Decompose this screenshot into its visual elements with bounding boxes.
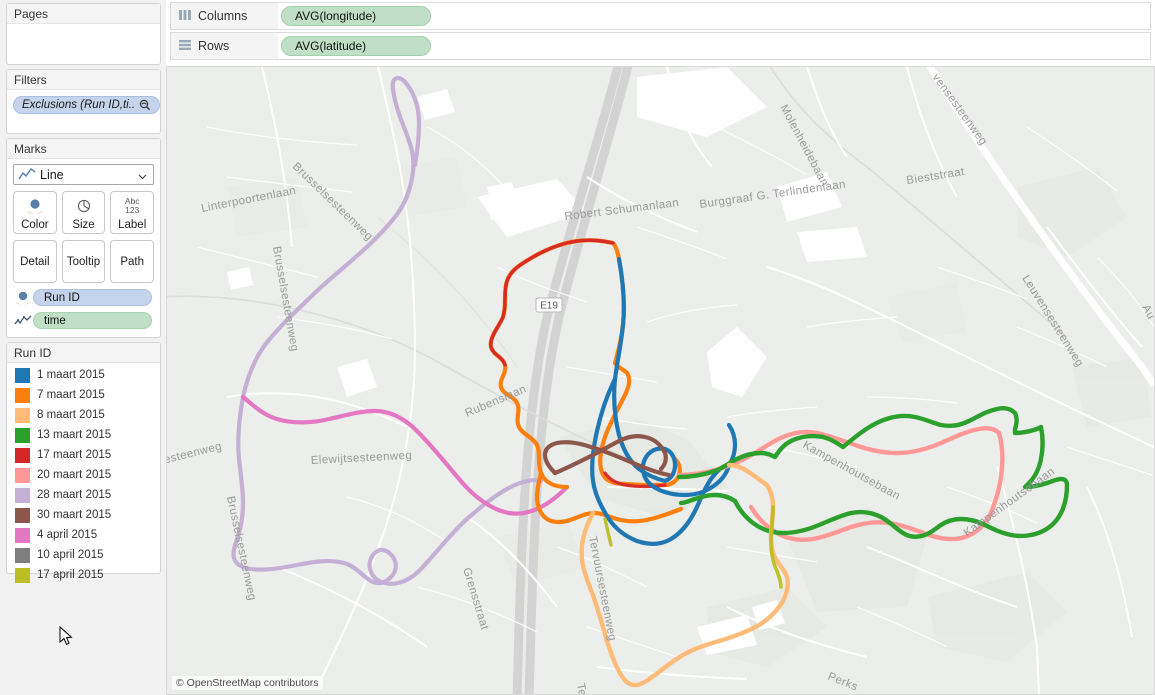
legend-item[interactable]: 28 maart 2015 <box>7 485 160 505</box>
marks-card-title: Marks <box>7 139 160 159</box>
legend-color-swatch <box>15 527 30 543</box>
legend-color-swatch <box>15 487 30 503</box>
legend-color-swatch <box>15 387 30 403</box>
columns-pill-label: AVG(longitude) <box>295 9 377 23</box>
legend-item[interactable]: 1 maart 2015 <box>7 365 160 385</box>
marks-pill-run-id[interactable]: Run ID <box>33 289 152 306</box>
osm-attribution: © OpenStreetMap contributors <box>172 676 323 690</box>
color-legend-card: Run ID 1 maart 2015 7 maart 2015 8 maart 2… <box>6 342 161 583</box>
filter-pill-exclusions[interactable]: Exclusions (Run ID,ti.. <box>13 96 160 114</box>
marks-size-button[interactable]: Size <box>61 191 106 234</box>
tableau-worksheet: Pages Filters Exclusions (Run ID,ti.. Ma… <box>0 0 1155 695</box>
marks-side-panel: Pages Filters Exclusions (Run ID,ti.. Ma… <box>0 0 166 695</box>
marks-color-button[interactable]: Color <box>13 191 57 234</box>
legend-color-swatch <box>15 447 30 463</box>
marks-path-label: Path <box>120 255 145 268</box>
legend-item-label: 10 april 2015 <box>37 549 104 561</box>
marks-label-label: Label <box>118 219 147 231</box>
legend-item[interactable]: 17 april 2015 <box>7 565 160 585</box>
legend-color-swatch <box>15 427 30 443</box>
marks-detail-label: Detail <box>20 255 50 268</box>
marks-tooltip-button[interactable]: Tooltip <box>61 240 106 283</box>
line-chart-icon <box>18 167 36 182</box>
marks-pill-run-id-label: Run ID <box>44 291 80 304</box>
marks-pill-time[interactable]: time <box>33 312 152 329</box>
legend-item-label: 30 maart 2015 <box>37 509 112 521</box>
color-legend-title: Run ID <box>7 343 160 363</box>
legend-color-swatch <box>15 367 30 383</box>
legend-item-label: 28 maart 2015 <box>37 489 112 501</box>
columns-pill-avg-longitude[interactable]: AVG(longitude) <box>281 6 431 26</box>
legend-item[interactable]: 10 april 2015 <box>7 545 160 565</box>
legend-item[interactable]: 17 maart 2015 <box>7 445 160 465</box>
rows-shelf[interactable]: Rows AVG(latitude) <box>170 32 1151 60</box>
legend-color-swatch <box>15 547 30 563</box>
marks-pill-time-label: time <box>44 314 66 327</box>
pages-drop-area[interactable] <box>7 24 160 60</box>
legend-item[interactable]: 4 april 2015 <box>7 525 160 545</box>
legend-item-label: 17 maart 2015 <box>37 449 112 461</box>
marks-button-row-2: Detail Tooltip Path <box>13 240 155 283</box>
marks-color-label: Color <box>21 219 49 231</box>
legend-item-label: 1 maart 2015 <box>37 369 105 381</box>
marks-card-body: Line Color Size Abc 123 Label Detail Too… <box>7 159 160 329</box>
filter-icon <box>139 99 151 111</box>
columns-icon <box>178 9 192 24</box>
filters-card: Filters Exclusions (Run ID,ti.. <box>6 69 161 134</box>
rows-shelf-text: Rows <box>198 39 230 53</box>
legend-color-swatch <box>15 467 30 483</box>
legend-color-swatch <box>15 407 30 423</box>
legend-item-label: 13 maart 2015 <box>37 429 112 441</box>
legend-item[interactable]: 13 maart 2015 <box>7 425 160 445</box>
legend-item[interactable]: 8 maart 2015 <box>7 405 160 425</box>
pages-card-title: Pages <box>7 4 160 24</box>
color-palette-icon <box>14 192 56 219</box>
size-circle-icon <box>63 192 105 219</box>
columns-shelf-text: Columns <box>198 9 248 23</box>
highway-shield-label: E19 <box>540 301 558 312</box>
marks-size-label: Size <box>72 219 95 231</box>
rows-icon <box>178 39 192 54</box>
columns-shelf-label: Columns <box>171 3 278 29</box>
abc-123-icon: Abc 123 <box>124 195 140 215</box>
rows-shelf-drop[interactable]: AVG(latitude) <box>278 33 1150 59</box>
legend-item[interactable]: 20 maart 2015 <box>7 465 160 485</box>
map-canvas[interactable]: E19 LinterpoortenlaanBrusselsesteenwegBr… <box>167 67 1154 694</box>
rows-shelf-label: Rows <box>171 33 278 59</box>
marks-tooltip-label: Tooltip <box>66 255 101 268</box>
chevron-down-icon <box>138 170 147 180</box>
rows-pill-avg-latitude[interactable]: AVG(latitude) <box>281 36 431 56</box>
rows-pill-label: AVG(latitude) <box>295 39 367 53</box>
map-view[interactable]: E19 Linterpoortenlaan Brusselsesteenweg Br… <box>166 66 1155 695</box>
legend-item-label: 20 maart 2015 <box>37 469 112 481</box>
filters-card-title: Filters <box>7 70 160 90</box>
color-legend-items: 1 maart 2015 7 maart 2015 8 maart 2015 13 m… <box>7 363 160 585</box>
columns-shelf-drop[interactable]: AVG(longitude) <box>278 3 1150 29</box>
marks-label-button[interactable]: Abc 123 Label <box>110 191 155 234</box>
marks-detail-button[interactable]: Detail <box>13 240 57 283</box>
shelves-area: Columns AVG(longitude) Rows AVG(latitude… <box>166 0 1155 66</box>
pages-card: Pages <box>6 3 161 65</box>
legend-item-label: 8 maart 2015 <box>37 409 105 421</box>
marks-shelf-row-path: time <box>13 312 154 329</box>
mark-type-label: Line <box>40 167 64 182</box>
highway-shield-e19: E19 <box>535 297 563 313</box>
marks-path-button[interactable]: Path <box>110 240 155 283</box>
legend-item[interactable]: 30 maart 2015 <box>7 505 160 525</box>
path-line-icon <box>13 313 33 329</box>
marks-shelf-row-color: Run ID <box>13 289 154 306</box>
legend-item-label: 7 maart 2015 <box>37 389 105 401</box>
filters-drop-area[interactable]: Exclusions (Run ID,ti.. <box>7 90 160 114</box>
legend-color-swatch <box>15 567 30 583</box>
columns-shelf[interactable]: Columns AVG(longitude) <box>170 2 1151 30</box>
color-palette-icon <box>13 290 33 306</box>
legend-item-label: 17 april 2015 <box>37 569 104 581</box>
legend-color-swatch <box>15 507 30 523</box>
marks-button-row-1: Color Size Abc 123 Label <box>13 191 155 234</box>
filter-pill-label: Exclusions (Run ID,ti.. <box>22 99 136 111</box>
mark-type-dropdown[interactable]: Line <box>13 164 154 185</box>
legend-item-label: 4 april 2015 <box>37 529 98 541</box>
legend-item[interactable]: 7 maart 2015 <box>7 385 160 405</box>
marks-card: Marks Line Color Size Abc 123 Label Deta… <box>6 138 161 338</box>
